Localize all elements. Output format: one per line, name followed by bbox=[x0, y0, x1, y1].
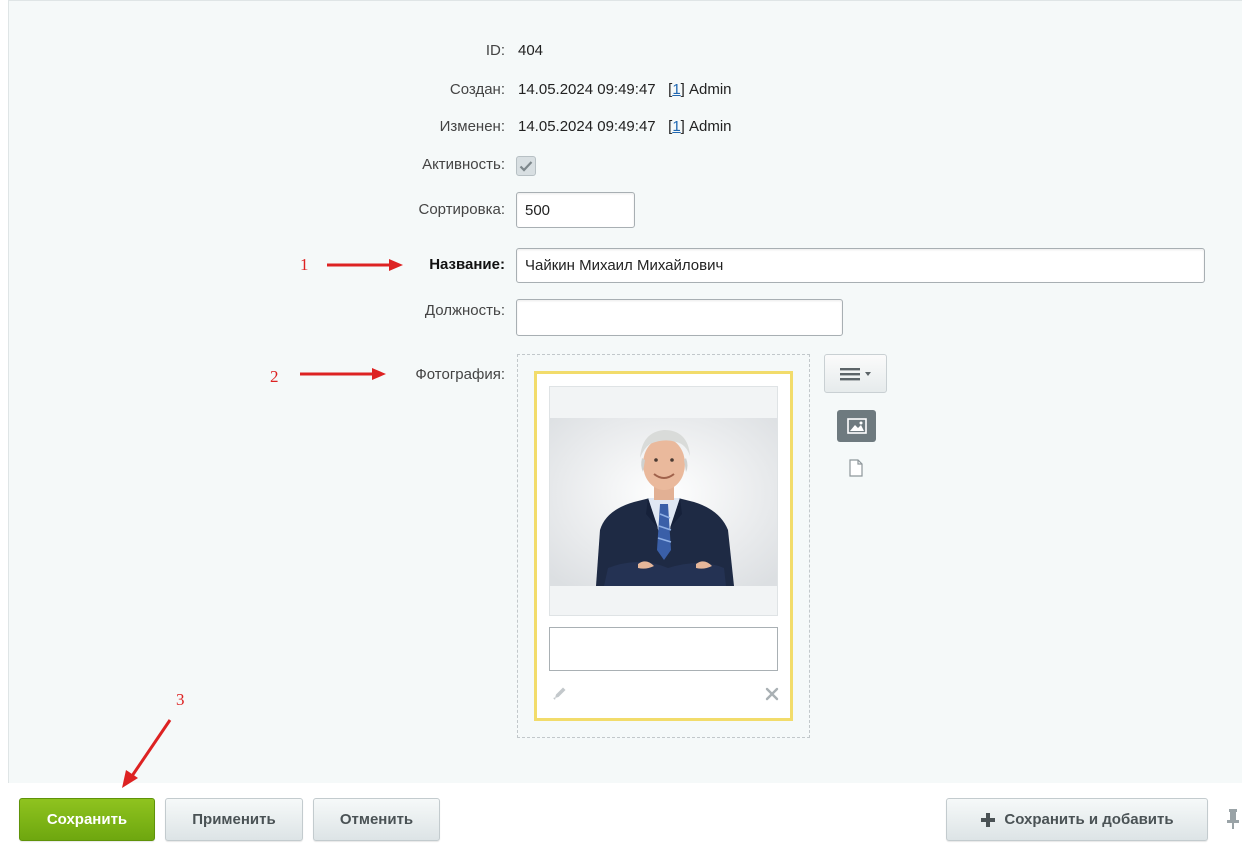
id-value: 404 bbox=[518, 42, 544, 59]
pin-icon[interactable] bbox=[1226, 808, 1240, 830]
cancel-button[interactable]: Отменить bbox=[313, 798, 440, 841]
sort-input[interactable]: 500 bbox=[516, 192, 635, 228]
position-input[interactable] bbox=[516, 299, 843, 336]
sort-label: Сортировка: bbox=[418, 201, 506, 218]
name-input-value: Чайкин Михаил Михайлович bbox=[525, 257, 724, 274]
active-checkbox[interactable] bbox=[516, 156, 536, 176]
photo-card bbox=[534, 371, 793, 721]
image-view-button[interactable] bbox=[837, 410, 876, 442]
photo-label: Фотография: bbox=[415, 366, 505, 383]
annotation-2: 2 bbox=[270, 367, 279, 386]
file-icon[interactable] bbox=[849, 459, 863, 477]
pencil-icon[interactable] bbox=[552, 685, 568, 701]
image-icon bbox=[846, 418, 867, 434]
created-user-link[interactable]: 1 bbox=[672, 81, 680, 98]
created-datetime: 14.05.2024 09:49:47 bbox=[518, 81, 656, 98]
modified-user-name: Admin bbox=[689, 118, 732, 135]
name-label: Название: bbox=[429, 256, 505, 273]
apply-button[interactable]: Применить bbox=[165, 798, 303, 841]
modified-datetime: 14.05.2024 09:49:47 bbox=[518, 118, 656, 135]
modified-label: Изменен: bbox=[439, 118, 505, 135]
arrow-annotation-3 bbox=[122, 719, 172, 788]
created-value: 14.05.2024 09:49:47 [1] Admin bbox=[518, 81, 732, 98]
save-and-add-label: Сохранить и добавить bbox=[1004, 811, 1174, 828]
photo-menu-button[interactable] bbox=[824, 354, 887, 393]
save-button[interactable]: Сохранить bbox=[19, 798, 155, 841]
modified-user-link[interactable]: 1 bbox=[672, 118, 680, 135]
portrait-photo bbox=[550, 418, 777, 586]
photo-frame[interactable] bbox=[549, 386, 778, 616]
annotation-1: 1 bbox=[300, 255, 309, 274]
check-icon bbox=[519, 161, 533, 172]
menu-icon bbox=[839, 367, 871, 380]
photo-description-input[interactable] bbox=[549, 627, 778, 671]
sort-input-value: 500 bbox=[525, 201, 551, 219]
position-label: Должность: bbox=[424, 302, 505, 319]
modified-value: 14.05.2024 09:49:47 [1] Admin bbox=[518, 118, 732, 135]
id-label: ID: bbox=[485, 42, 505, 59]
annotation-3: 3 bbox=[176, 690, 185, 709]
active-label: Активность: bbox=[422, 156, 505, 173]
plus-icon bbox=[981, 812, 996, 827]
arrow-annotation-2 bbox=[300, 368, 386, 380]
delete-icon[interactable] bbox=[765, 687, 779, 701]
created-user-name: Admin bbox=[689, 81, 732, 98]
save-and-add-button[interactable]: Сохранить и добавить bbox=[946, 798, 1208, 841]
name-input[interactable]: Чайкин Михаил Михайлович bbox=[516, 248, 1205, 283]
arrow-annotation-1 bbox=[327, 259, 403, 271]
created-label: Создан: bbox=[449, 81, 505, 98]
